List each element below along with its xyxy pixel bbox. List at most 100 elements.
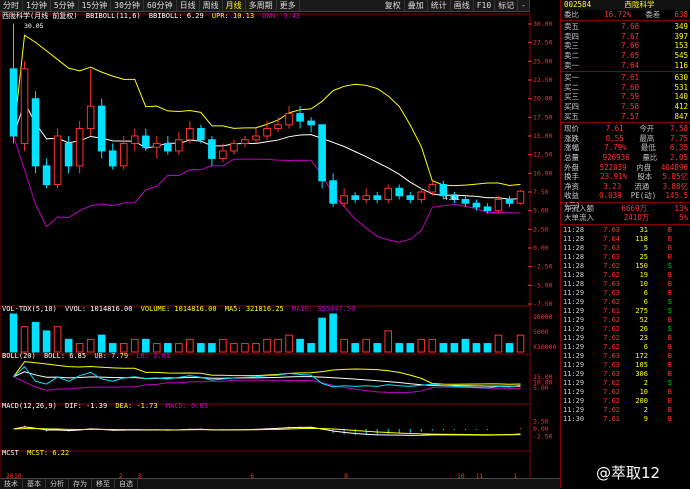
period-tab-8[interactable]: 月线 — [223, 0, 246, 11]
boll-lower-line — [13, 376, 521, 394]
volume-bar — [252, 343, 260, 353]
tick-row: 11:28 7.63 5 B — [561, 244, 690, 253]
macd-dea-line — [13, 427, 521, 436]
period-tab-9[interactable]: 多周期 — [246, 0, 277, 11]
period-tab-3[interactable]: 15分钟 — [79, 0, 112, 11]
ask-label: 卖三 — [564, 41, 579, 51]
tick-volume: 172 — [635, 352, 648, 361]
tick-flag: B — [667, 361, 672, 370]
ask-volume: 153 — [674, 41, 688, 51]
y-tick-label: -7.50 — [533, 300, 553, 308]
period-tab-0[interactable]: 分时 — [0, 0, 23, 11]
stat-label: 内盘 — [636, 162, 652, 172]
candle-body — [175, 139, 183, 152]
tick-time: 11:29 — [563, 343, 585, 352]
tick-flag: B — [667, 244, 672, 253]
ask-volume: 349 — [674, 22, 688, 32]
tick-flag: B — [667, 415, 672, 424]
macd-value: MACD: 0.65 — [165, 402, 208, 410]
period-tab-10[interactable]: 更多 — [277, 0, 300, 11]
bottom-bar: 技术 基本 分析 存为 移至 自选 — [0, 478, 560, 489]
volume-bar — [362, 338, 370, 353]
volume-bar — [296, 338, 304, 353]
tick-row: 11:28 7.63 25 B — [561, 253, 690, 262]
chart-area[interactable]: 30.00 27.50 25.00 22.50 20.00 17.50 15.00 12.50… — [0, 12, 560, 482]
ratio-pct: 16.72% — [604, 9, 632, 19]
tick-volume: 6 — [643, 343, 648, 352]
dwn-value: DWN: 3.43 — [262, 12, 301, 20]
ask-price: 7.64 — [620, 60, 639, 70]
ask-volume: 545 — [674, 50, 688, 60]
tick-time: 11:28 — [563, 271, 585, 280]
volume-bar — [417, 338, 426, 353]
tool-button-4[interactable]: F10 — [474, 0, 496, 11]
tick-price: 7.62 — [603, 325, 620, 334]
bid-price: 7.59 — [620, 92, 639, 102]
stat-value: 7.61 — [605, 124, 624, 134]
tick-list[interactable]: 11:28 7.63 31 B 11:28 7.64 118 B 11:28 7.63 5 B 11:2… — [561, 226, 690, 424]
volume-bar — [64, 338, 73, 353]
y-tick-label: 7.50 — [533, 188, 549, 196]
boll-value: BOLL: 6.85 — [43, 352, 87, 360]
tick-volume: 6 — [643, 289, 648, 298]
ask-price: 7.66 — [620, 41, 639, 51]
tool-button-2[interactable]: 统计 — [428, 0, 451, 11]
stat-label: 今开 — [639, 124, 655, 134]
volume-bar — [42, 330, 51, 353]
volume-bar — [119, 343, 128, 353]
panel-border-4 — [0, 450, 531, 481]
tool-button-3[interactable]: 画线 — [451, 0, 474, 11]
tick-row: 11:29 7.62 23 B — [561, 334, 690, 343]
stat-value: 2.05 — [669, 152, 688, 162]
tick-flag: B — [667, 397, 672, 406]
tick-row: 11:29 7.62 2 B — [561, 406, 690, 415]
candle-body — [472, 202, 481, 208]
period-tab-6[interactable]: 日线 — [177, 0, 200, 11]
period-tab-7[interactable]: 周线 — [200, 0, 223, 11]
y-tick-label: 2.50 — [533, 225, 549, 233]
bid-label: 买一 — [564, 73, 579, 83]
stat-row: 换手 23.91% 股本 5.85亿 — [561, 172, 690, 182]
tick-row: 11:29 7.62 26 S — [561, 325, 690, 334]
volume-bar — [31, 321, 40, 353]
candle-body — [340, 195, 348, 204]
candle-body — [64, 142, 73, 167]
upr-value: UPR: 10.13 — [211, 12, 255, 20]
tick-volume: 118 — [635, 235, 648, 244]
period-tab-5[interactable]: 60分钟 — [144, 0, 177, 11]
tick-price: 7.62 — [603, 298, 620, 307]
tick-row: 11:29 7.63 172 B — [561, 352, 690, 361]
ask-price: 7.68 — [620, 22, 639, 32]
tool-button-5[interactable]: 标记 — [495, 0, 519, 11]
tick-price: 7.63 — [603, 361, 620, 370]
volume-bar — [108, 343, 117, 353]
tick-flag: B — [667, 370, 672, 379]
ub-value: UB: 7.79 — [94, 352, 129, 360]
tool-button-0[interactable]: 复权 — [382, 0, 405, 11]
period-tab-1[interactable]: 1分钟 — [23, 0, 51, 11]
volume-value: VOLUME: 1014816.00 — [140, 305, 217, 313]
candle-body — [351, 195, 359, 200]
bid-price: 7.58 — [620, 101, 639, 111]
candle-body — [296, 113, 304, 122]
tick-price: 7.63 — [603, 352, 620, 361]
min-price-marker: 4.61 — [444, 194, 460, 202]
tick-flag: S — [667, 262, 672, 271]
tool-button-6[interactable]: - — [518, 0, 530, 11]
tick-volume: 5 — [643, 244, 648, 253]
tick-time: 11:29 — [563, 397, 585, 406]
volume-bar — [219, 338, 227, 353]
stat-value: 926936 — [602, 152, 630, 162]
candle-body — [274, 124, 282, 130]
tool-button-1[interactable]: 叠加 — [405, 0, 428, 11]
ask-row: 卖四 7.67 397 — [561, 32, 690, 42]
tick-volume: 200 — [635, 397, 648, 406]
stat-label: 涨幅 — [564, 143, 579, 153]
stat-value: 7.79% — [604, 143, 627, 153]
tick-flag: B — [667, 343, 672, 352]
period-tab-4[interactable]: 30分钟 — [111, 0, 144, 11]
tick-row: 11:29 7.63 306 B — [561, 370, 690, 379]
tick-flag: S — [667, 379, 672, 388]
period-tab-2[interactable]: 5分钟 — [51, 0, 79, 11]
netflow-value: 6669万 — [621, 203, 647, 213]
